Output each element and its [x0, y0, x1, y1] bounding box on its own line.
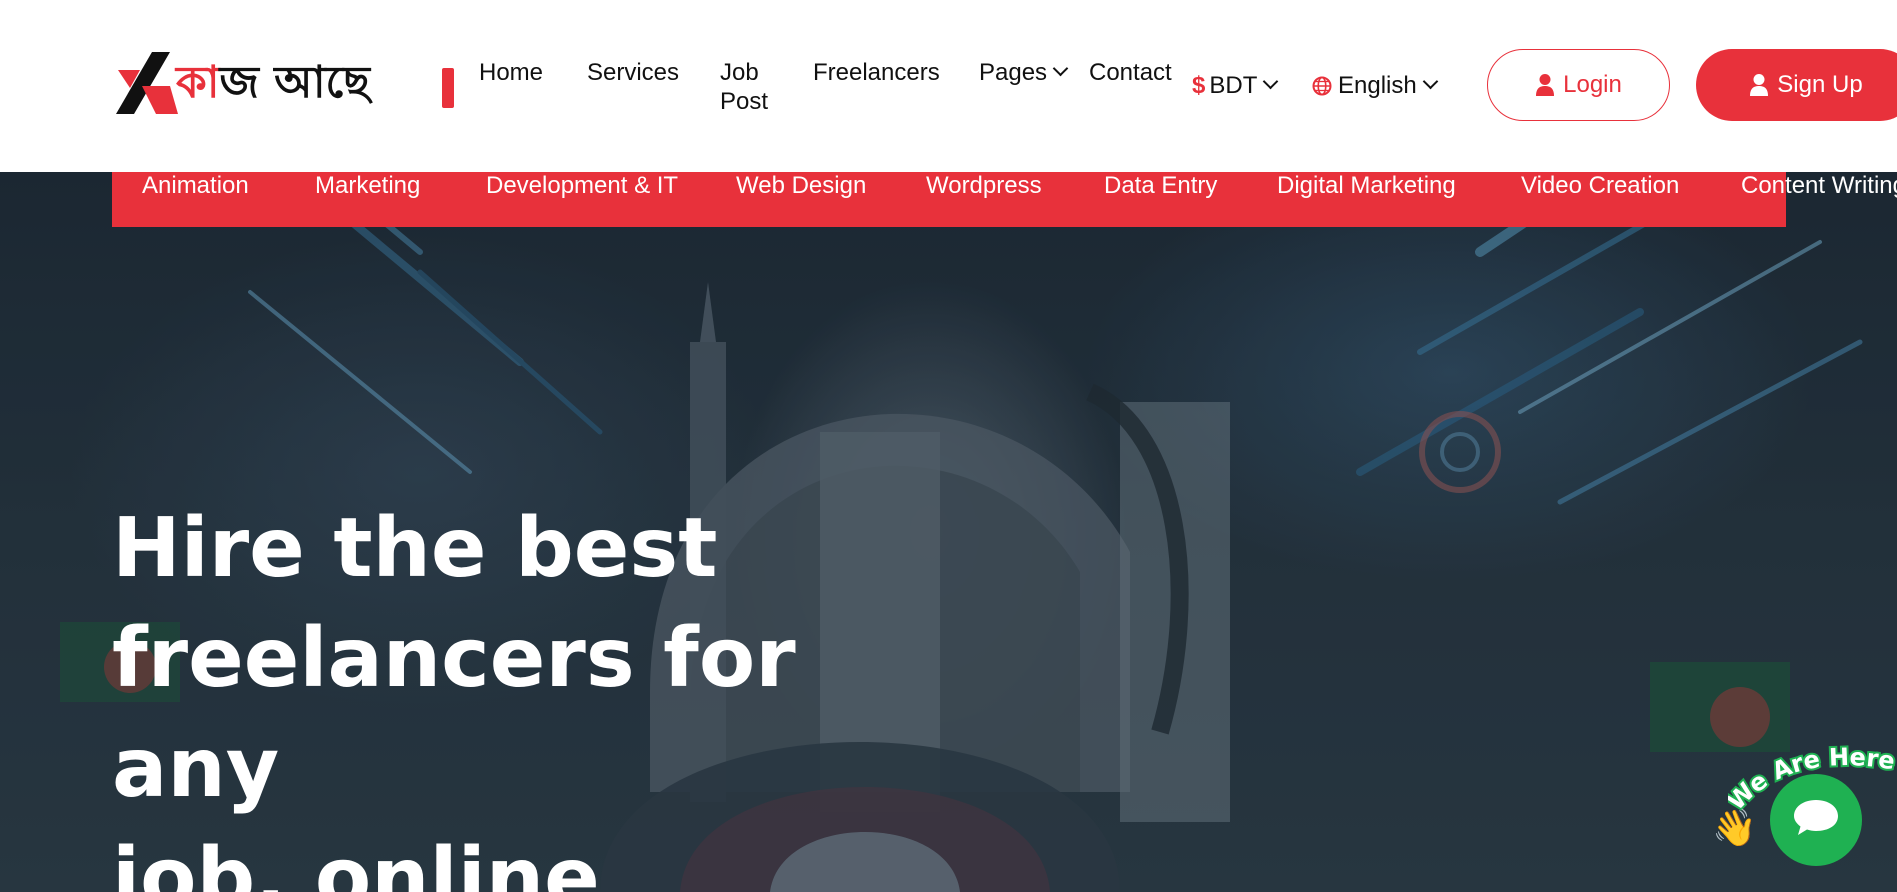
nav-job-post-line1[interactable]: Job	[720, 58, 759, 87]
dollar-icon: $	[1192, 72, 1206, 99]
logo-wordmark: কাজ আছে	[176, 52, 370, 114]
signup-button[interactable]: Sign Up	[1696, 49, 1897, 121]
category-digital-marketing[interactable]: Digital Marketing	[1277, 172, 1456, 199]
login-label: Login	[1563, 71, 1622, 98]
brand-logo[interactable]: কাজ আছে	[112, 52, 454, 114]
logo-mark-icon	[116, 52, 178, 114]
category-wordpress[interactable]: Wordpress	[926, 172, 1042, 199]
user-icon	[1536, 74, 1555, 96]
user-icon	[1750, 74, 1769, 96]
nav-home[interactable]: Home	[479, 58, 543, 87]
signup-label: Sign Up	[1777, 71, 1863, 98]
nav-freelancers[interactable]: Freelancers	[813, 58, 940, 87]
hero-headline-line1: Hire the best	[112, 501, 718, 596]
chat-launcher-button[interactable]	[1770, 774, 1862, 866]
chat-bubble-icon	[1794, 800, 1838, 835]
login-button[interactable]: Login	[1487, 49, 1670, 121]
category-web-design[interactable]: Web Design	[736, 172, 866, 199]
nav-services[interactable]: Services	[587, 58, 679, 87]
chevron-down-icon	[1263, 73, 1279, 90]
currency-label: BDT	[1209, 72, 1258, 99]
globe-icon	[1312, 76, 1332, 96]
category-animation[interactable]: Animation	[142, 172, 249, 199]
nav-job-post-line2[interactable]: Post	[720, 87, 768, 116]
chevron-down-icon	[1052, 60, 1069, 77]
category-bar: Animation Marketing Development & IT Web…	[112, 172, 1897, 227]
logo-wordmark-dark: জ আছে	[219, 57, 370, 108]
site-header: কাজ আছে Home Services Job Post Freelance…	[0, 0, 1897, 172]
category-video-creation[interactable]: Video Creation	[1521, 172, 1679, 199]
hero-section: Hire the best freelancers for any job, o…	[0, 172, 1897, 892]
language-selector[interactable]: English	[1312, 71, 1438, 100]
category-development-it[interactable]: Development & IT	[486, 172, 678, 199]
chevron-down-icon	[1422, 73, 1438, 90]
currency-selector[interactable]: $ BDT	[1192, 71, 1279, 100]
language-label: English	[1338, 72, 1417, 99]
logo-wordmark-red: কা	[176, 57, 220, 108]
wave-hand-icon: 👋	[1712, 807, 1757, 848]
nav-contact[interactable]: Contact	[1089, 58, 1172, 87]
nav-pages-label: Pages	[979, 59, 1048, 86]
category-content-writing[interactable]: Content Writing	[1741, 172, 1897, 199]
category-data-entry[interactable]: Data Entry	[1104, 172, 1217, 199]
nav-pages[interactable]: Pages	[979, 58, 1069, 87]
hero-headline-line3: job, online	[112, 831, 600, 892]
category-marketing[interactable]: Marketing	[315, 172, 420, 199]
hero-headline: Hire the best freelancers for any job, o…	[112, 494, 932, 892]
hero-headline-line2: freelancers for any	[112, 611, 796, 816]
logo-badge	[442, 68, 454, 108]
